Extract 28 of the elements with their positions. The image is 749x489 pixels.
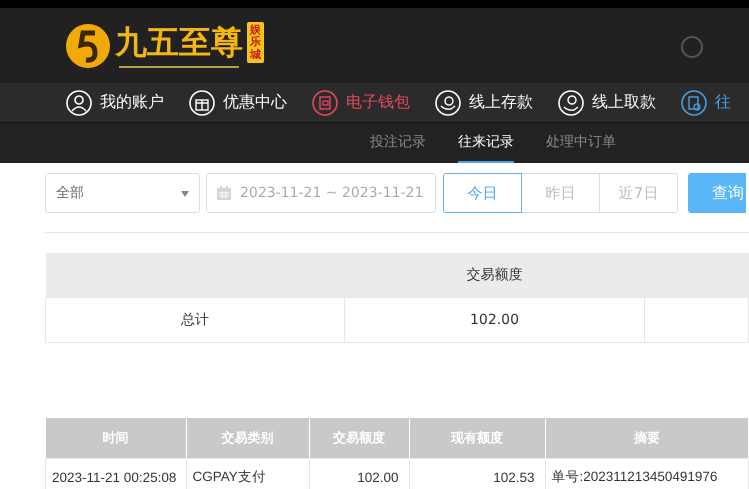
gift-icon <box>189 90 215 116</box>
caret-icon <box>181 191 189 197</box>
nav-item[interactable]: 我的账户 <box>66 90 171 116</box>
record-icon <box>681 90 707 116</box>
type-select[interactable]: 全部 <box>45 173 200 213</box>
column-header: 交易额度 <box>344 253 644 298</box>
nav-item[interactable]: 往 <box>681 90 731 116</box>
date-range-button[interactable]: 今日 <box>443 173 522 213</box>
nav-item[interactable]: 线上取款 <box>558 90 663 116</box>
logo-badge: 娱乐城 <box>247 22 264 63</box>
date-range-field[interactable]: 2023-11-21 ~ 2023-11-21 <box>206 173 436 213</box>
nav-item[interactable]: 电子钱包 <box>312 90 417 116</box>
logo-icon <box>65 22 111 68</box>
record-tab[interactable]: 往来记录 <box>458 123 514 163</box>
logo-title: 九五至尊 <box>115 24 243 60</box>
table-cell: 102.53 <box>409 458 545 489</box>
wallet-icon <box>312 90 338 116</box>
table-cell: 2023-11-21 00:25:08 <box>46 458 186 489</box>
calendar-icon <box>216 185 232 201</box>
record-tab[interactable]: 投注记录 <box>370 123 426 163</box>
table-cell: 总计 <box>46 298 344 342</box>
table-cell: 单号:202311213450491976 <box>545 458 748 489</box>
nav-item[interactable]: 线上存款 <box>435 90 540 116</box>
nav-item[interactable]: 优惠中心 <box>189 90 294 116</box>
record-tab[interactable]: 处理中订单 <box>546 123 616 163</box>
table-cell: 102.00 <box>309 458 409 489</box>
table-cell: 102.00 <box>344 298 644 342</box>
table-cell: CGPAY支付 <box>186 458 309 489</box>
